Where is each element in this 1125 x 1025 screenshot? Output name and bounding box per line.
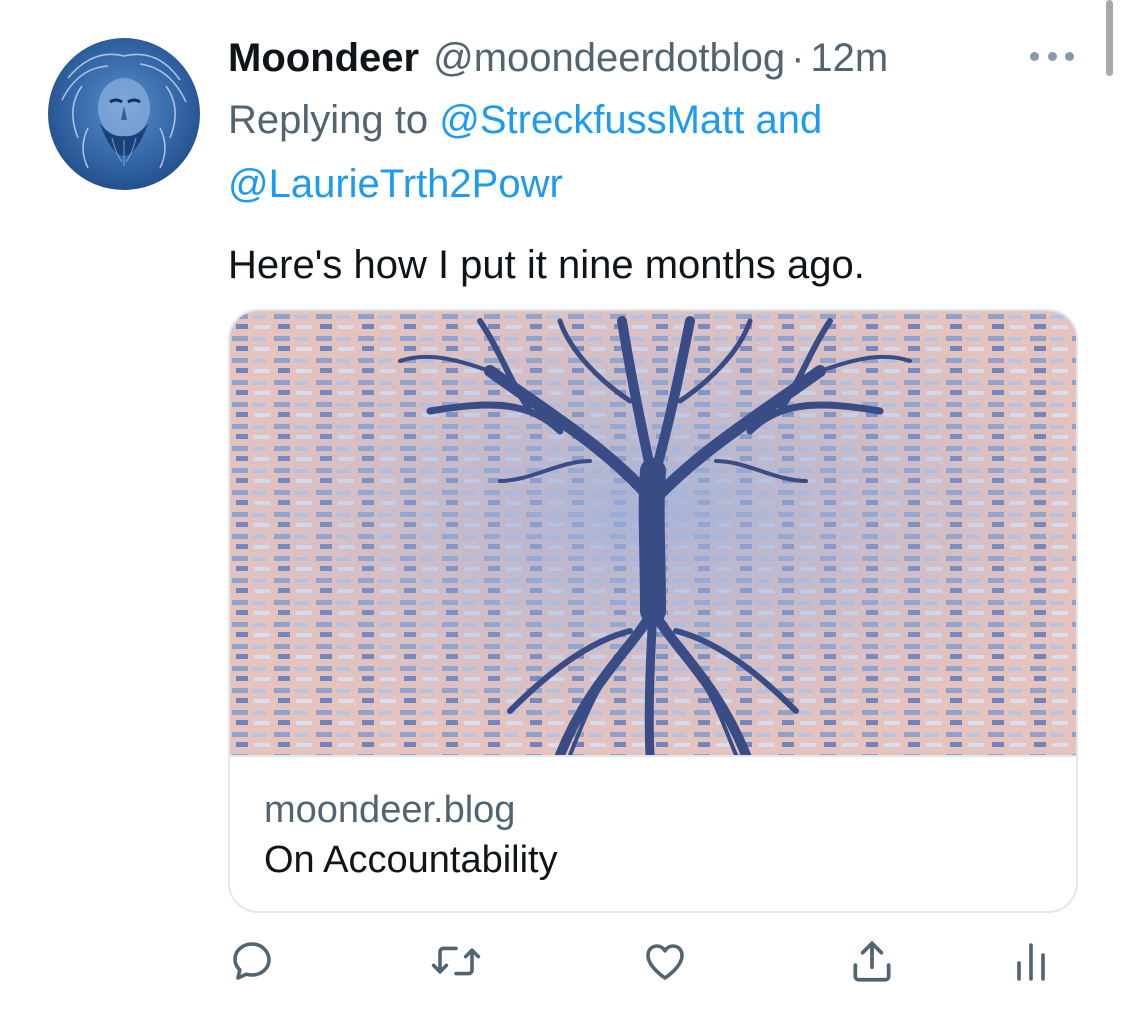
reply-conjunction[interactable]: and — [756, 98, 823, 142]
tweet[interactable]: Moondeer @moondeerdotblog · 12m Replying… — [0, 0, 1125, 1025]
tree-artwork — [230, 311, 1076, 755]
retweet-icon — [431, 946, 481, 976]
tweet-header: Moondeer @moondeerdotblog · 12m — [228, 30, 1078, 86]
retweet-button[interactable] — [428, 936, 484, 986]
tweet-content: Moondeer @moondeerdotblog · 12m Replying… — [228, 30, 1078, 292]
timestamp[interactable]: 12m — [810, 30, 888, 86]
mention-link[interactable]: @StreckfussMatt — [439, 98, 744, 142]
share-button[interactable] — [846, 936, 898, 986]
replying-to: Replying to @StreckfussMatt and @LaurieT… — [228, 88, 1028, 216]
analytics-button[interactable] — [1013, 936, 1049, 986]
user-handle[interactable]: @moondeerdotblog — [433, 30, 785, 86]
more-dot — [1065, 51, 1074, 61]
separator-dot: · — [791, 36, 805, 80]
display-name[interactable]: Moondeer — [228, 30, 419, 86]
avatar[interactable] — [48, 38, 200, 190]
replying-to-label: Replying to — [228, 98, 429, 142]
like-button[interactable] — [640, 936, 690, 986]
tweet-text: Here's how I put it nine months ago. — [228, 243, 865, 287]
reply-icon — [233, 942, 271, 980]
analytics-icon — [1017, 943, 1045, 981]
mention-link[interactable]: @LaurieTrth2Powr — [228, 162, 563, 206]
reply-button[interactable] — [228, 936, 276, 986]
more-dot — [1030, 51, 1039, 61]
link-card-domain: moondeer.blog — [264, 789, 516, 831]
more-dot — [1047, 51, 1057, 61]
link-card-image — [230, 311, 1076, 757]
tweet-actions — [228, 936, 1074, 986]
avatar-image — [48, 38, 200, 190]
scrollbar-thumb[interactable] — [1106, 0, 1113, 76]
like-icon — [646, 944, 684, 980]
link-card-meta: moondeer.blog On Accountability — [230, 757, 1076, 887]
link-card-title: On Accountability — [264, 839, 558, 881]
more-options-icon[interactable] — [1030, 42, 1074, 70]
link-card[interactable]: moondeer.blog On Accountability — [228, 309, 1078, 913]
share-icon — [853, 941, 891, 982]
